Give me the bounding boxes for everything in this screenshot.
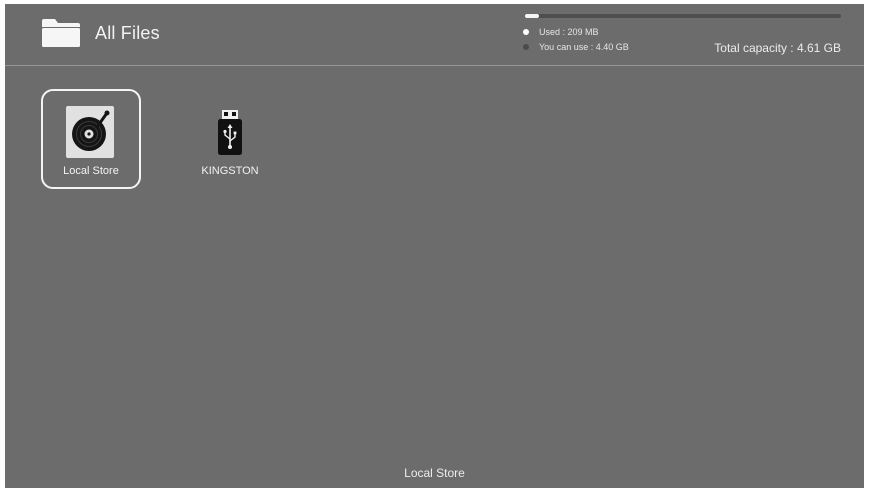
- storage-item-kingston[interactable]: KINGSTON: [180, 89, 280, 189]
- disc-icon: [66, 106, 114, 158]
- storage-item-label: KINGSTON: [201, 165, 259, 177]
- current-location-label: Local Store: [404, 466, 465, 480]
- file-manager-screen: All Files Used : 209 MB You can use : 4.…: [5, 4, 864, 488]
- storage-item-label: Local Store: [63, 165, 119, 177]
- storage-usage-bar: [525, 14, 841, 18]
- storage-used-label: Used : 209 MB: [539, 27, 599, 37]
- page-title: All Files: [95, 23, 160, 43]
- folder-icon: [42, 19, 80, 47]
- available-dot-icon: [523, 44, 529, 50]
- storage-available-legend: You can use : 4.40 GB: [523, 42, 629, 52]
- usb-drive-icon: [218, 110, 242, 155]
- storage-available-label: You can use : 4.40 GB: [539, 42, 629, 52]
- total-capacity-label: Total capacity : 4.61 GB: [714, 41, 841, 55]
- storage-usage-fill: [525, 14, 540, 18]
- header-divider: [5, 65, 864, 66]
- storage-used-legend: Used : 209 MB: [523, 27, 599, 37]
- used-dot-icon: [523, 29, 529, 35]
- storage-item-local-store[interactable]: Local Store: [41, 89, 141, 189]
